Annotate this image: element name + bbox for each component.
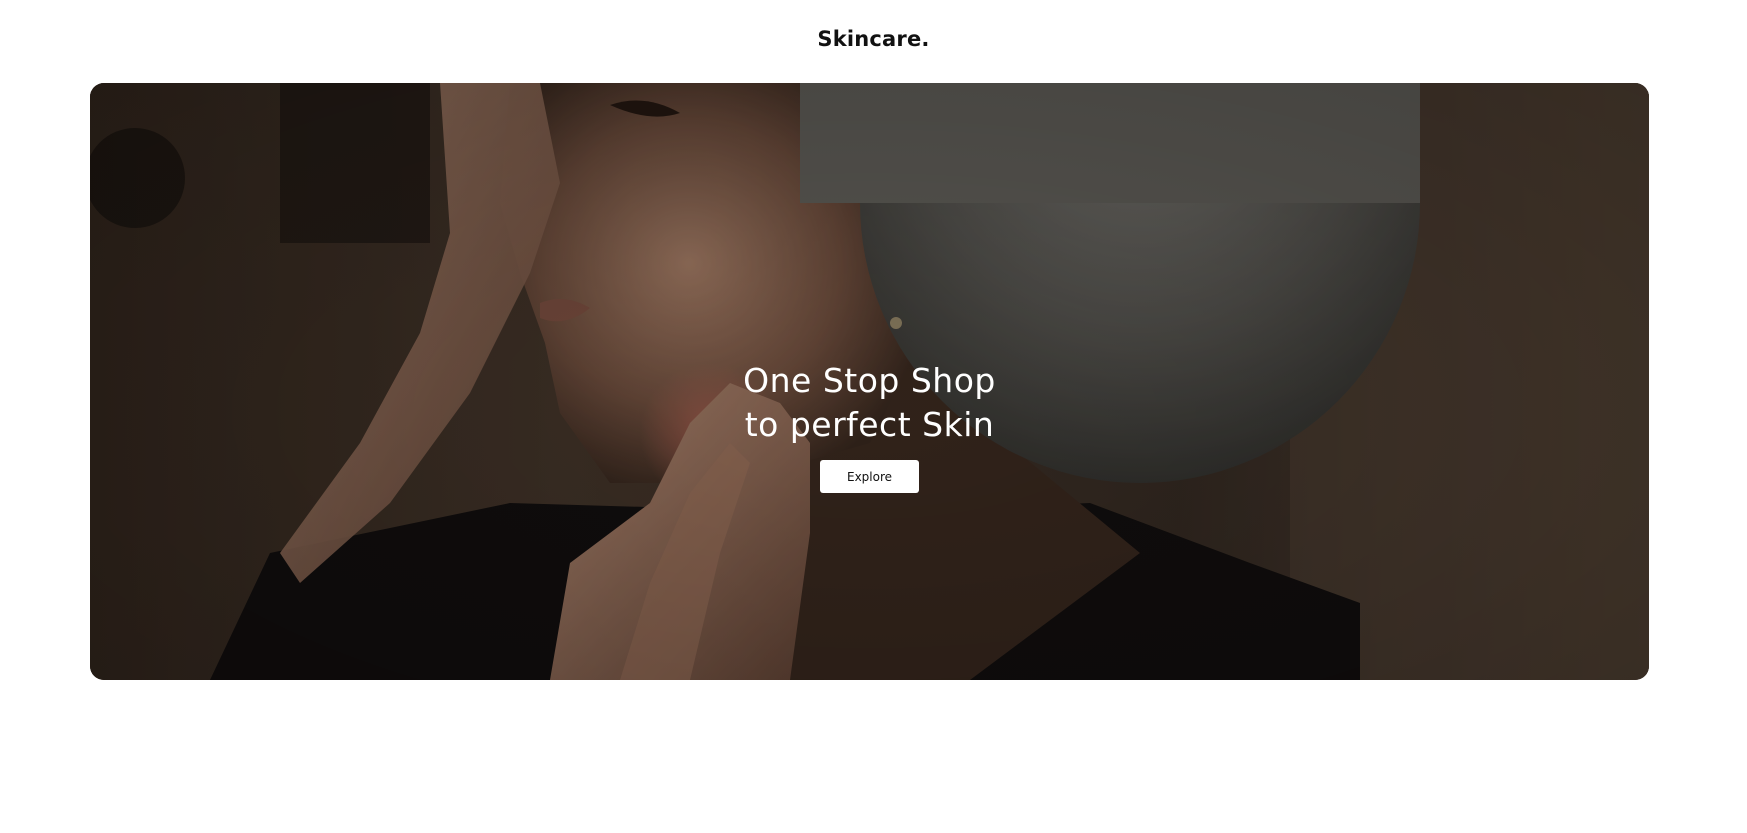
brand-logo[interactable]: Skincare. <box>0 27 1747 51</box>
hero-headline-line-1: One Stop Shop <box>743 361 996 400</box>
hero-banner: One Stop Shop to perfect Skin Explore <box>90 83 1649 680</box>
hero-headline: One Stop Shop to perfect Skin <box>90 359 1649 447</box>
explore-button[interactable]: Explore <box>820 460 919 493</box>
hero-headline-line-2: to perfect Skin <box>744 405 995 444</box>
